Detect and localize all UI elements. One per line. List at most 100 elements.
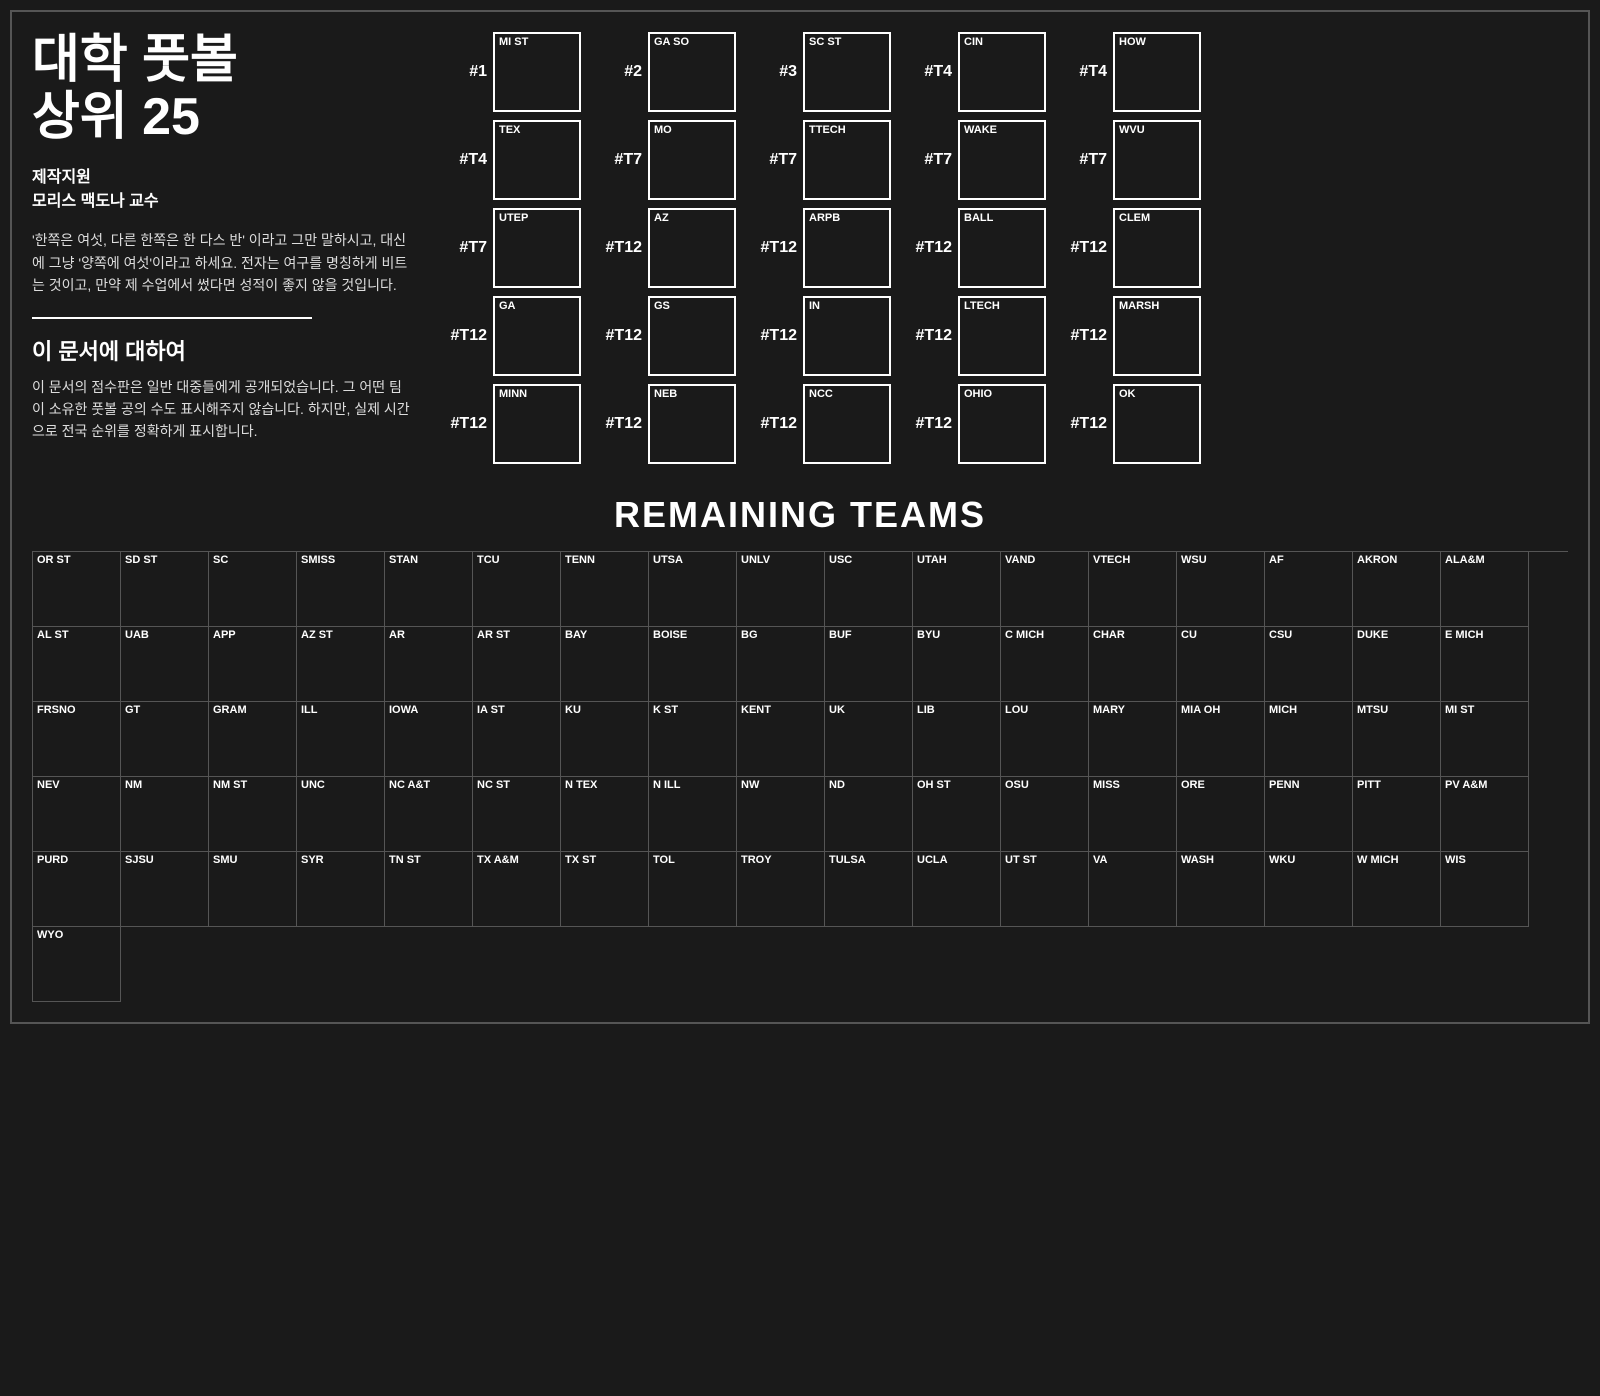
remaining-team-label-39: IA ST <box>477 705 505 716</box>
remaining-team-label-65: PENN <box>1269 780 1300 791</box>
remaining-team-label-60: ND <box>829 780 845 791</box>
remaining-team-ARST: AR ST <box>473 627 561 702</box>
remaining-team-CU: CU <box>1177 627 1265 702</box>
remaining-team-label-23: BAY <box>565 630 587 641</box>
remaining-team-label-55: NC A&T <box>389 780 430 791</box>
team-label-GS: GS <box>654 301 670 312</box>
remaining-team-label-25: BG <box>741 630 758 641</box>
remaining-team-TULSA: TULSA <box>825 852 913 927</box>
remaining-team-TXAM: TX A&M <box>473 852 561 927</box>
remaining-team-label-45: LOU <box>1005 705 1028 716</box>
remaining-team-label-72: TN ST <box>389 855 421 866</box>
remaining-team-label-48: MICH <box>1269 705 1297 716</box>
remaining-team-BYU: BYU <box>913 627 1001 702</box>
remaining-team-GT: GT <box>121 702 209 777</box>
remaining-team-UAB: UAB <box>121 627 209 702</box>
remaining-team-label-3: SMISS <box>301 555 335 566</box>
remaining-team-WASH: WASH <box>1177 852 1265 927</box>
remaining-team-KST: K ST <box>649 702 737 777</box>
rankings-grid: #1MI ST#2GA SO#3SC ST#T4CIN#T4HOW#T4TEX#… <box>432 32 1568 464</box>
remaining-team-OHST: OH ST <box>913 777 1001 852</box>
remaining-section: REMAINING TEAMS OR STSD STSCSMISSSTANTCU… <box>32 494 1568 1002</box>
team-label-UTEP: UTEP <box>499 213 528 224</box>
remaining-team-MTSU: MTSU <box>1353 702 1441 777</box>
rank-row-3: #T12GA#T12GS#T12IN#T12LTECH#T12MARSH <box>432 296 1568 376</box>
rank-label-1-2: #T7 <box>742 151 797 169</box>
remaining-team-label-26: BUF <box>829 630 852 641</box>
remaining-team-APP: APP <box>209 627 297 702</box>
team-box-LTECH: LTECH <box>958 296 1046 376</box>
remaining-team-label-28: C MICH <box>1005 630 1044 641</box>
remaining-team-AZST: AZ ST <box>297 627 385 702</box>
remaining-team-label-77: TULSA <box>829 855 866 866</box>
remaining-team-label-16: ALA&M <box>1445 555 1485 566</box>
rank-label-4-0: #T12 <box>432 415 487 433</box>
remaining-team-label-51: NEV <box>37 780 60 791</box>
remaining-team-label-2: SC <box>213 555 228 566</box>
rank-label-1-4: #T7 <box>1052 151 1107 169</box>
team-box-SCST: SC ST <box>803 32 891 112</box>
remaining-team-label-54: UNC <box>301 780 325 791</box>
remaining-team-label-22: AR ST <box>477 630 510 641</box>
remaining-team-NEV: NEV <box>33 777 121 852</box>
team-box-OHIO: OHIO <box>958 384 1046 464</box>
rank-label-0-2: #3 <box>742 63 797 81</box>
remaining-team-PENN: PENN <box>1265 777 1353 852</box>
remaining-team-BG: BG <box>737 627 825 702</box>
remaining-team-KU: KU <box>561 702 649 777</box>
remaining-team-label-21: AR <box>389 630 405 641</box>
team-label-IN: IN <box>809 301 820 312</box>
remaining-team-NTEX: N TEX <box>561 777 649 852</box>
remaining-team-label-27: BYU <box>917 630 940 641</box>
remaining-team-label-84: WIS <box>1445 855 1466 866</box>
remaining-team-OSU: OSU <box>1001 777 1089 852</box>
remaining-team-ORE: ORE <box>1177 777 1265 852</box>
remaining-team-SMISS: SMISS <box>297 552 385 627</box>
remaining-team-label-30: CU <box>1181 630 1197 641</box>
team-label-GA: GA <box>499 301 516 312</box>
remaining-team-label-46: MARY <box>1093 705 1125 716</box>
rank-label-2-2: #T12 <box>742 239 797 257</box>
team-label-AZ: AZ <box>654 213 669 224</box>
remaining-team-label-56: NC ST <box>477 780 510 791</box>
remaining-team-label-19: APP <box>213 630 236 641</box>
remaining-team-label-33: E MICH <box>1445 630 1484 641</box>
remaining-team-label-64: ORE <box>1181 780 1205 791</box>
team-label-TEX: TEX <box>499 125 520 136</box>
team-box-UTEP: UTEP <box>493 208 581 288</box>
remaining-team-label-34: FRSNO <box>37 705 76 716</box>
team-label-WAKE: WAKE <box>964 125 997 136</box>
remaining-team-TNST: TN ST <box>385 852 473 927</box>
remaining-team-label-43: UK <box>829 705 845 716</box>
team-box-NCC: NCC <box>803 384 891 464</box>
remaining-team-label-73: TX A&M <box>477 855 519 866</box>
remaining-team-SMU: SMU <box>209 852 297 927</box>
remaining-team-IOWA: IOWA <box>385 702 473 777</box>
remaining-team-NILL: N ILL <box>649 777 737 852</box>
remaining-team-AKRON: AKRON <box>1353 552 1441 627</box>
rank-label-2-0: #T7 <box>432 239 487 257</box>
remaining-team-KENT: KENT <box>737 702 825 777</box>
remaining-team-label-82: WKU <box>1269 855 1295 866</box>
main-container: 대학 풋볼상위 25 제작지원 모리스 맥도나 교수 '한쪽은 여섯, 다른 한… <box>10 10 1590 1024</box>
remaining-team-label-71: SYR <box>301 855 324 866</box>
rank-label-0-3: #T4 <box>897 63 952 81</box>
remaining-team-PVAM: PV A&M <box>1441 777 1529 852</box>
remaining-team-WSU: WSU <box>1177 552 1265 627</box>
remaining-team-label-0: OR ST <box>37 555 71 566</box>
remaining-team-label-50: MI ST <box>1445 705 1474 716</box>
remaining-team-label-70: SMU <box>213 855 237 866</box>
team-box-ARPB: ARPB <box>803 208 891 288</box>
rank-label-1-1: #T7 <box>587 151 642 169</box>
team-label-ARPB: ARPB <box>809 213 840 224</box>
team-box-MO: MO <box>648 120 736 200</box>
rank-label-3-1: #T12 <box>587 327 642 345</box>
team-label-MINN: MINN <box>499 389 527 400</box>
remaining-team-VTECH: VTECH <box>1089 552 1177 627</box>
credit-line1: 제작지원 <box>32 169 91 186</box>
remaining-team-label-52: NM <box>125 780 142 791</box>
remaining-team-label-10: UTAH <box>917 555 947 566</box>
remaining-team-label-11: VAND <box>1005 555 1035 566</box>
rank-label-0-4: #T4 <box>1052 63 1107 81</box>
team-box-TEX: TEX <box>493 120 581 200</box>
